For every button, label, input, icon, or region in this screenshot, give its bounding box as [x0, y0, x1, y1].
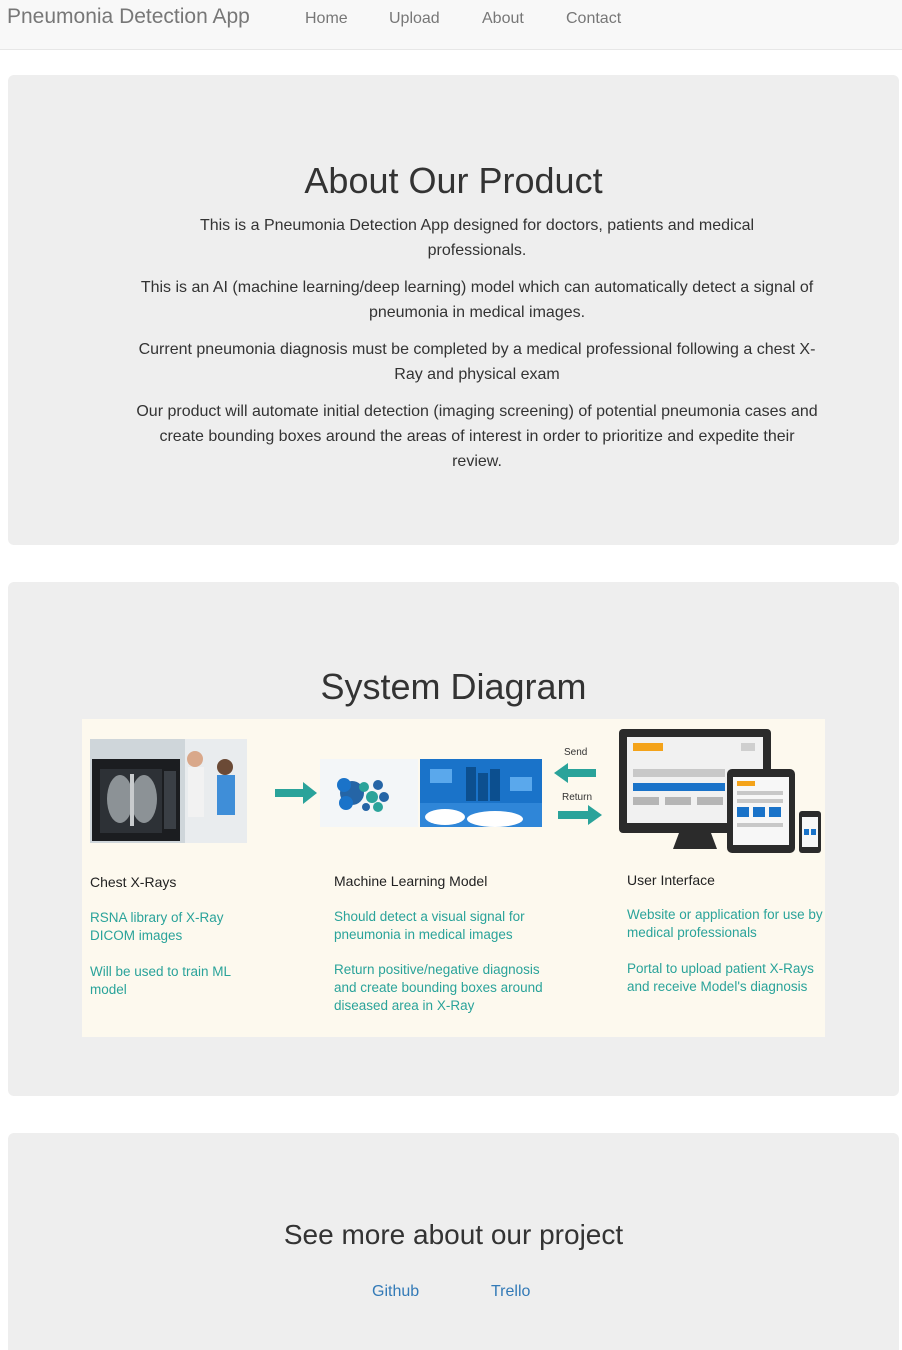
brand-link[interactable]: Pneumonia Detection App	[7, 5, 250, 29]
column-heading: Machine Learning Model	[334, 873, 488, 889]
about-paragraph: This is an AI (machine learning/deep lea…	[140, 279, 814, 321]
project-title: See more about our project	[283, 1219, 624, 1250]
about-panel: About Our Product This is a Pneumonia De…	[8, 75, 899, 545]
arrow-right-icon	[558, 805, 602, 825]
about-paragraph: Current pneumonia diagnosis must be comp…	[138, 341, 816, 383]
column-note: Will be used to train ML model	[90, 964, 231, 997]
github-link[interactable]: Github	[372, 1283, 419, 1301]
return-label: Return	[562, 792, 593, 803]
column-note: Should detect a visual signal for pneumo…	[334, 909, 525, 942]
about-text: This is a Pneumonia Detection App design…	[136, 213, 818, 486]
arrow-left-icon	[554, 763, 596, 783]
about-paragraph: Our product will automate initial detect…	[136, 403, 818, 470]
system-diagram: Send Return Chest X-Rays RSNA library of…	[82, 719, 825, 1037]
send-label: Send	[564, 747, 588, 758]
column-heading: Chest X-Rays	[90, 874, 177, 890]
nav-upload[interactable]: Upload	[389, 10, 440, 28]
navbar: Pneumonia Detection App Home Upload Abou…	[0, 0, 902, 50]
nav-about[interactable]: About	[482, 10, 524, 28]
project-panel: See more about our project Github Trello	[8, 1133, 899, 1350]
trello-link[interactable]: Trello	[491, 1283, 530, 1301]
column-note: Website or application for use by medica…	[627, 907, 823, 940]
column-note: RSNA library of X-Ray DICOM images	[90, 910, 224, 943]
about-title: About Our Product	[304, 160, 603, 201]
diagram-title: System Diagram	[320, 666, 587, 707]
nav-contact[interactable]: Contact	[566, 10, 621, 28]
ml-model-image	[320, 759, 542, 827]
about-paragraph: This is a Pneumonia Detection App design…	[199, 217, 755, 259]
arrow-right-icon	[275, 782, 317, 804]
column-note: Return positive/negative diagnosis and c…	[334, 962, 543, 1013]
nav-home[interactable]: Home	[305, 10, 348, 28]
devices-image	[619, 729, 821, 853]
column-heading: User Interface	[627, 872, 715, 888]
xray-photo-image	[90, 739, 247, 843]
column-note: Portal to upload patient X-Rays and rece…	[627, 961, 814, 994]
